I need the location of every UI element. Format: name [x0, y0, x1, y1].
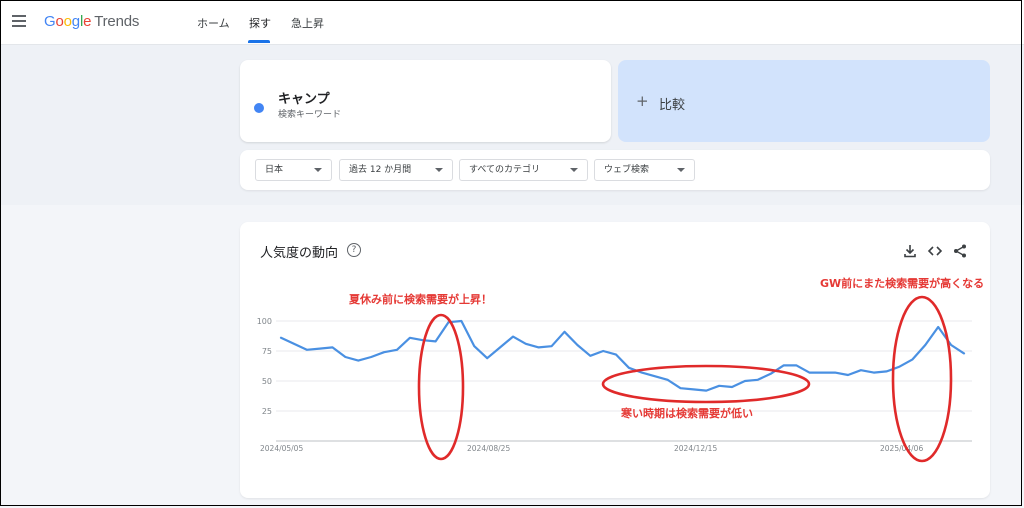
- dropdown-arrow-icon: [570, 168, 578, 172]
- hamburger-menu-icon[interactable]: [12, 15, 26, 27]
- annotation-text-gw: GW前にまた検索需要が高くなる: [820, 277, 985, 290]
- logo-letter: G: [44, 13, 56, 30]
- category-label: すべてのカテゴリ: [469, 165, 541, 175]
- interest-over-time-card: 人気度の動向 ?: [240, 222, 990, 498]
- logo-letter: o: [63, 13, 72, 30]
- annotation-text-winter: 寒い時期は検索需要が低い: [621, 407, 753, 420]
- dropdown-arrow-icon: [677, 168, 685, 172]
- logo-letter: e: [83, 13, 92, 30]
- compare-label: 比較: [659, 98, 686, 113]
- dropdown-arrow-icon: [314, 168, 322, 172]
- chart-title: 人気度の動向: [260, 246, 339, 261]
- dropdown-arrow-icon: [435, 168, 443, 172]
- logo-letter: g: [71, 13, 80, 30]
- filter-bar: 日本 過去 12 か月間 すべてのカテゴリ ウェブ検索: [240, 150, 990, 190]
- tab-home[interactable]: ホーム: [197, 15, 230, 31]
- category-dropdown[interactable]: すべてのカテゴリ: [459, 159, 588, 181]
- download-icon[interactable]: [902, 243, 918, 259]
- tab-explore[interactable]: 探す: [249, 15, 271, 31]
- time-range-dropdown[interactable]: 過去 12 か月間: [339, 159, 453, 181]
- active-tab-indicator: [248, 40, 270, 43]
- google-trends-logo[interactable]: Google Trends: [44, 13, 139, 30]
- help-icon[interactable]: ?: [347, 243, 361, 257]
- search-type-dropdown[interactable]: ウェブ検索: [594, 159, 695, 181]
- share-icon[interactable]: [952, 243, 968, 259]
- top-app-bar: Google Trends ホーム 探す 急上昇: [0, 0, 1024, 45]
- region-dropdown[interactable]: 日本: [255, 159, 332, 181]
- search-term-name[interactable]: キャンプ: [278, 88, 330, 107]
- logo-trends-text: Trends: [94, 13, 140, 30]
- tab-trending[interactable]: 急上昇: [291, 15, 324, 31]
- region-label: 日本: [265, 165, 284, 175]
- logo-letter: o: [55, 13, 64, 30]
- embed-icon[interactable]: [927, 243, 943, 259]
- search-type-label: ウェブ検索: [604, 165, 650, 175]
- time-range-label: 過去 12 か月間: [349, 165, 412, 175]
- search-term-card[interactable]: キャンプ 検索キーワード: [240, 60, 611, 142]
- plus-icon: +: [636, 92, 649, 110]
- annotation-text-summer: 夏休み前に検索需要が上昇！: [349, 293, 492, 306]
- compare-card[interactable]: + 比較: [618, 60, 990, 142]
- series-color-dot: [254, 103, 264, 113]
- search-term-type: 検索キーワード: [278, 110, 342, 120]
